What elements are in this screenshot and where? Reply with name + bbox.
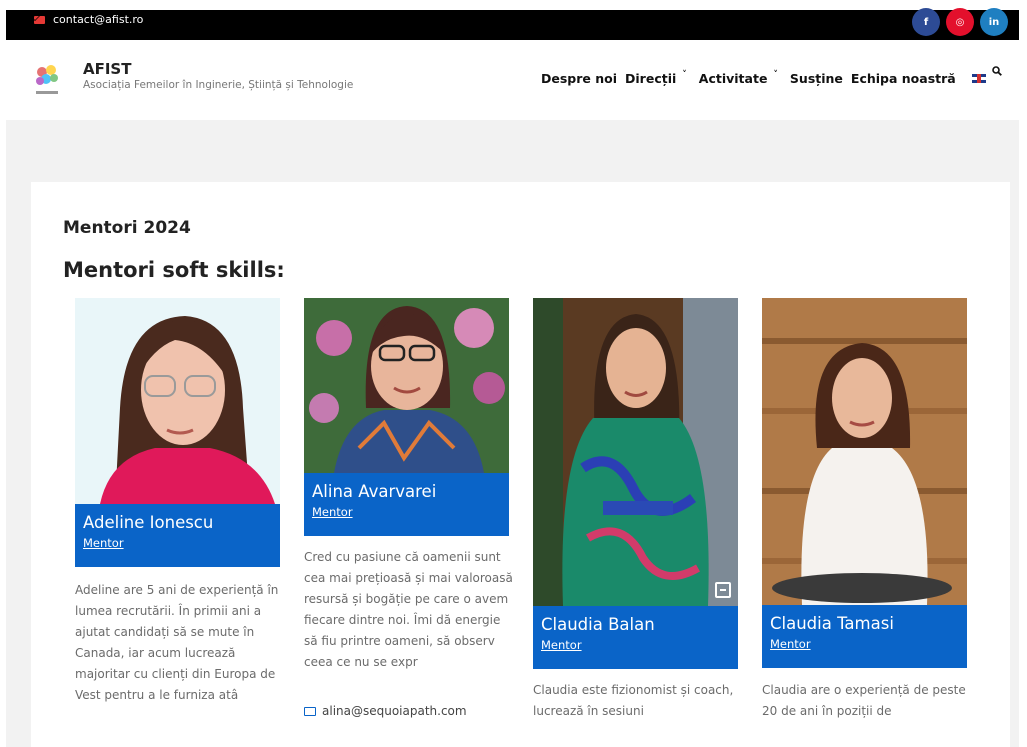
instagram-icon[interactable]: ◎ <box>946 8 974 36</box>
section-heading: Mentori soft skills: <box>63 258 285 282</box>
fullscreen-icon[interactable] <box>715 582 731 598</box>
mentor-role-link[interactable]: Mentor <box>541 638 738 652</box>
envelope-icon <box>304 706 316 716</box>
mentor-email-text[interactable]: alina@sequoiapath.com <box>322 704 467 718</box>
site-header: AFIST Asociația Femeilor în Inginerie, Ș… <box>6 40 1019 120</box>
nav-label[interactable]: Activitate <box>699 71 768 86</box>
mentor-photo-adeline[interactable] <box>75 298 280 504</box>
search-icon[interactable] <box>992 66 1002 76</box>
nav-label[interactable]: Susține <box>790 71 843 86</box>
facebook-icon[interactable]: f <box>912 8 940 36</box>
mentor-photo-claudia-balan[interactable] <box>533 298 738 606</box>
mail-icon <box>34 15 45 24</box>
mentor-role-link[interactable]: Mentor <box>83 536 280 550</box>
mentor-photo-claudia-tamasi[interactable] <box>762 298 967 605</box>
mentor-role-link[interactable]: Mentor <box>312 505 509 519</box>
linkedin-icon[interactable]: in <box>980 8 1008 36</box>
nav-label[interactable]: Direcții <box>625 71 676 86</box>
social-links: f ◎ in <box>912 8 1008 36</box>
afist-logo-icon[interactable] <box>32 62 62 98</box>
nav-label[interactable]: Echipa noastră <box>851 71 956 86</box>
mentor-bio: Claudia are o experiență de peste 20 de … <box>762 683 966 718</box>
mentor-role-link[interactable]: Mentor <box>770 637 967 651</box>
brand[interactable]: AFIST Asociația Femeilor în Inginerie, Ș… <box>83 60 353 91</box>
mentor-name[interactable]: Claudia Tamasi <box>770 614 967 633</box>
mentor-bio: Cred cu pasiune că oamenii sunt cea mai … <box>304 550 513 669</box>
mentor-email-link[interactable]: alina@sequoiapath.com <box>304 704 467 718</box>
page-title: Mentori 2024 <box>63 218 191 238</box>
top-contact-bar: contact@afist.ro f ◎ in <box>6 8 1019 40</box>
uk-flag-icon[interactable] <box>971 74 986 83</box>
nav-item-activitate[interactable]: Activitate ˅ <box>699 70 782 87</box>
mentor-card-claudia-balan: Claudia Balan Mentor <box>533 606 738 669</box>
chevron-down-icon[interactable]: ˅ <box>682 70 687 80</box>
nav-label[interactable]: Despre noi <box>541 71 617 86</box>
mentor-name[interactable]: Claudia Balan <box>541 615 738 634</box>
brand-tagline: Asociația Femeilor în Inginerie, Știință… <box>83 79 354 91</box>
nav-item-despre-noi[interactable]: Despre noi <box>541 71 617 86</box>
nav-item-echipa-noastra[interactable]: Echipa noastră <box>851 71 956 86</box>
mentor-name[interactable]: Alina Avarvarei <box>312 482 509 501</box>
nav-item-sustine[interactable]: Susține <box>790 71 843 86</box>
mentor-bio: Claudia este fizionomist și coach, lucre… <box>533 683 734 718</box>
mentor-card-adeline: Adeline Ionescu Mentor <box>75 504 280 567</box>
chevron-down-icon[interactable]: ˅ <box>773 70 778 80</box>
main-nav: Despre noi Direcții ˅ Activitate ˅ Susține… <box>541 70 986 87</box>
contact-email-link[interactable]: contact@afist.ro <box>34 13 143 26</box>
mentor-bio: Adeline are 5 ani de experiență în lumea… <box>75 583 279 702</box>
brand-name[interactable]: AFIST <box>83 60 353 78</box>
mentor-name[interactable]: Adeline Ionescu <box>83 513 280 532</box>
nav-item-directii[interactable]: Direcții ˅ <box>625 70 691 87</box>
mentor-card-alina: Alina Avarvarei Mentor <box>304 473 509 536</box>
mentor-photo-alina[interactable] <box>304 298 509 473</box>
mentor-card-claudia-tamasi: Claudia Tamasi Mentor <box>762 605 967 668</box>
contact-email-text[interactable]: contact@afist.ro <box>53 13 143 26</box>
